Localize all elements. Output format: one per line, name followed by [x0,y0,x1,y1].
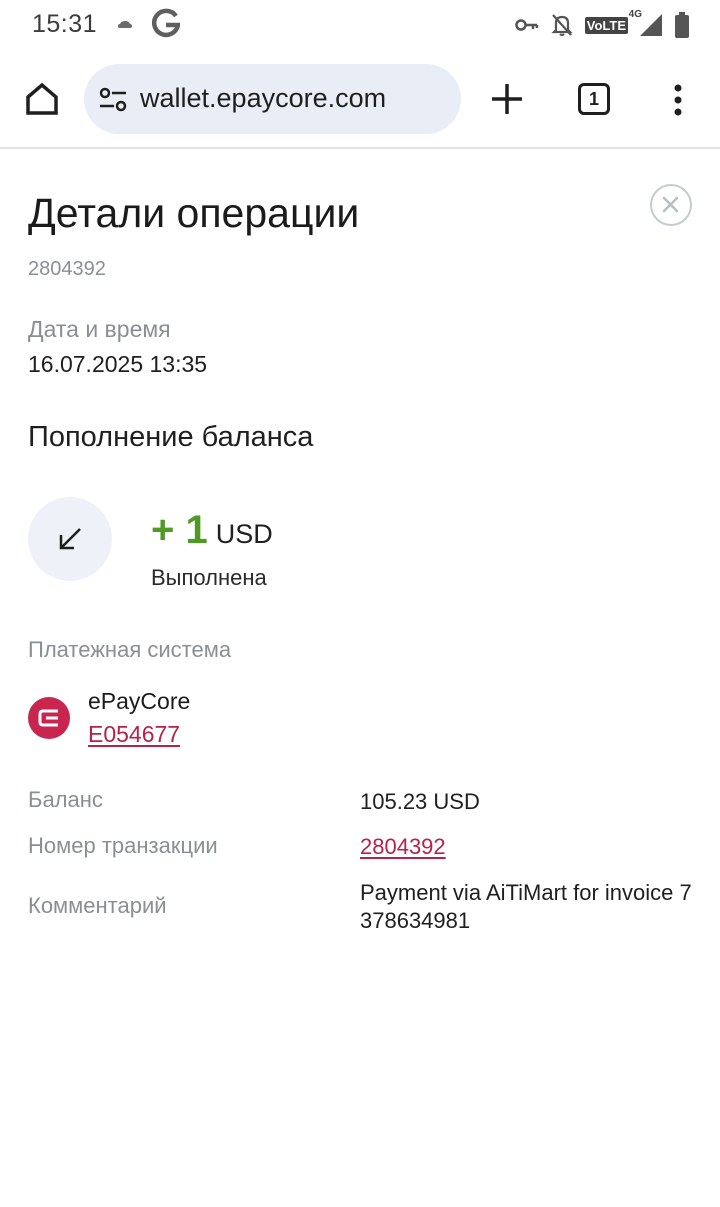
close-icon [662,196,679,213]
page-title: Детали операции [28,190,360,236]
datetime-value: 16.07.2025 13:35 [28,351,208,377]
operation-type: Пополнение баланса [28,421,314,453]
wallet-icon [38,709,58,727]
browser-toolbar: wallet.epaycore.com 1 [0,52,720,149]
battery-icon [675,12,689,38]
amount-currency: USD [215,519,273,549]
volte-icon: VoLTE 4G [584,9,642,34]
status-bar: 15:31 VoLTE 4G [0,0,720,52]
payment-system-name: ePayCore [88,688,191,714]
payment-account-link[interactable]: E054677 [88,721,180,748]
operation-id: 2804392 [28,258,106,280]
comment-value: Payment via AiTiMart for invoice 7378634… [360,880,692,933]
signal-icon [640,14,662,36]
volte-label: VoLTE [586,17,626,33]
incoming-badge [28,497,112,581]
amount-value: + 1 [151,508,208,552]
cloud-icon [118,21,132,28]
new-tab-button[interactable] [489,81,525,117]
balance-value: 105.23 USD [360,789,480,814]
arrow-down-left-icon [59,528,81,550]
key-icon [515,19,538,31]
epaycore-logo-icon [28,697,70,739]
status-time: 15:31 [32,10,98,38]
home-button[interactable] [22,79,62,119]
tab-switcher-button[interactable]: 1 [578,83,610,115]
status-icons: VoLTE 4G [515,9,690,40]
operation-status: Выполнена [151,565,267,590]
close-button[interactable] [650,184,692,226]
transaction-link[interactable]: 2804392 [360,834,446,860]
google-icon [152,8,180,38]
amount: + 1 USD [151,508,273,553]
more-menu-icon[interactable] [668,80,688,120]
url-text[interactable]: wallet.epaycore.com [140,83,386,114]
balance-label: Баланс [28,787,103,812]
payment-system-label: Платежная система [28,637,232,662]
site-settings-icon[interactable] [99,87,127,113]
datetime-label: Дата и время [28,316,171,342]
transaction-label: Номер транзакции [28,833,218,858]
bell-off-icon [551,14,573,36]
address-bar[interactable]: wallet.epaycore.com [84,64,461,134]
network-type-label: 4G [628,8,642,20]
comment-label: Комментарий [28,893,167,918]
